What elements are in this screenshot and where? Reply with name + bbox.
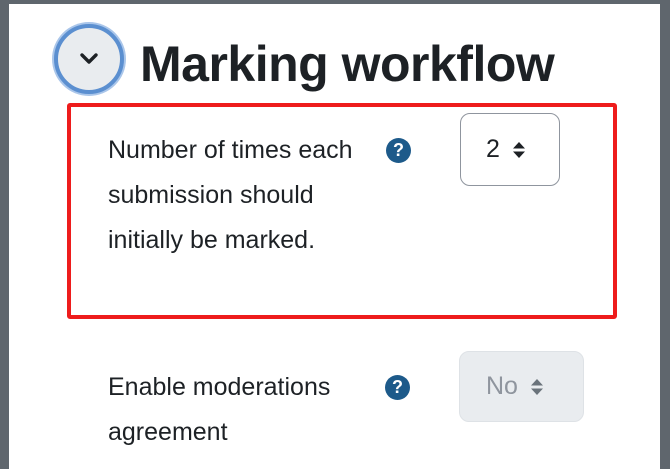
moderation-agreement-value: No [486,372,518,400]
marking-count-value: 2 [486,135,500,163]
question-circle-icon[interactable]: ? [386,138,411,163]
chevron-down-icon [80,53,98,64]
sort-arrows-icon [512,141,525,158]
section-title: Marking workflow [140,36,555,92]
question-circle-icon[interactable]: ? [385,375,410,400]
section-collapse-toggle[interactable] [54,24,124,94]
moderation-agreement-select: No [459,351,584,422]
window-frame-left [0,0,9,469]
window-frame-right [660,0,670,469]
moderation-agreement-label: Enable moderations agreement [108,373,331,446]
sort-arrows-icon [530,378,543,395]
window-frame-top [0,0,670,4]
marking-count-label: Number of times each submission should i… [108,136,353,254]
marking-count-select[interactable]: 2 [460,113,560,186]
